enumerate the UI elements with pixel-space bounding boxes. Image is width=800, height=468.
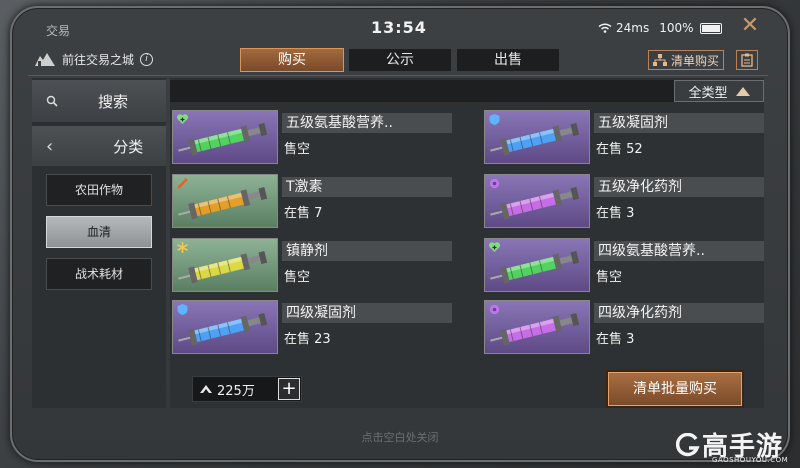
tab-buy[interactable]: 购买: [240, 48, 344, 72]
item-card[interactable]: 四级净化药剂在售 3: [484, 300, 764, 354]
sidebar-item-crops[interactable]: 农田作物: [46, 174, 152, 206]
info-icon[interactable]: i: [140, 52, 154, 66]
search-button[interactable]: 搜索: [32, 80, 166, 122]
item-thumbnail: [484, 238, 590, 292]
battery-icon: [699, 22, 722, 34]
wifi-icon: [598, 23, 612, 33]
syringe-image: [178, 313, 268, 346]
chevron-left-icon: ‹: [46, 135, 54, 157]
item-thumbnail: [172, 238, 278, 292]
item-name: 五级凝固剂: [594, 113, 764, 133]
item-name: 四级净化药剂: [594, 303, 764, 323]
item-name: T激素: [282, 177, 452, 197]
item-stock: 在售 3: [596, 206, 635, 221]
item-card[interactable]: 五级净化药剂在售 3: [484, 174, 764, 228]
item-thumbnail: [484, 300, 590, 354]
item-card[interactable]: 镇静剂 售空: [172, 238, 452, 292]
search-label: 搜索: [98, 92, 129, 111]
syringe-image: [178, 251, 268, 284]
tab-sell[interactable]: 出售: [456, 48, 560, 72]
category-header[interactable]: ‹ 分类: [32, 126, 166, 166]
city-icon: [35, 53, 55, 66]
item-name: 镇静剂: [282, 241, 452, 261]
item-name: 四级凝固剂: [282, 303, 452, 323]
status-bar: 交易 13:54 24ms 100% ✕: [0, 0, 800, 40]
tab-public[interactable]: 公示: [348, 48, 452, 72]
clock: 13:54: [371, 18, 427, 37]
syringe-image: [490, 251, 580, 284]
item-stock: 在售 7: [284, 206, 323, 221]
latency: 24ms: [616, 21, 650, 35]
item-stock: 售空: [284, 142, 311, 157]
watermark: 高手游 GAOSHOUYOU.COM: [676, 426, 798, 466]
item-card[interactable]: 五级凝固剂在售 52: [484, 110, 764, 164]
syringe-image: [178, 187, 268, 220]
currency-icon: [200, 385, 212, 393]
sidebar-item-serum[interactable]: 血清: [46, 216, 152, 248]
syringe-image: [490, 313, 580, 346]
item-stock: 售空: [596, 270, 623, 285]
item-thumbnail: [172, 300, 278, 354]
item-card[interactable]: 五级氨基酸营养.. 售空: [172, 110, 452, 164]
search-icon: [46, 95, 58, 107]
list-buy-label: 清单购买: [671, 53, 720, 68]
item-thumbnail: [484, 174, 590, 228]
sidebar-item-tactical[interactable]: 战术耗材: [46, 258, 152, 290]
battery-percent: 100%: [659, 21, 694, 35]
item-stock: 售空: [284, 270, 311, 285]
item-card[interactable]: 四级氨基酸营养.. 售空: [484, 238, 764, 292]
item-card[interactable]: T激素在售 7: [172, 174, 452, 228]
add-currency-button[interactable]: +: [278, 378, 300, 400]
goto-city-label: 前往交易之城: [62, 52, 135, 67]
close-button[interactable]: ✕: [740, 15, 760, 37]
clipboard-icon: [741, 53, 753, 67]
item-stock: 在售 23: [284, 332, 331, 347]
brand-g-icon: [676, 432, 700, 456]
item-card[interactable]: 四级凝固剂在售 23: [172, 300, 452, 354]
currency-amount: 225万: [217, 383, 255, 399]
item-thumbnail: [172, 174, 278, 228]
item-stock: 在售 52: [596, 142, 643, 157]
trade-tabs: 购买 公示 出售: [240, 48, 560, 72]
syringe-image: [490, 123, 580, 156]
header-divider: [28, 75, 768, 76]
item-thumbnail: [172, 110, 278, 164]
item-name: 四级氨基酸营养..: [594, 241, 764, 261]
watermark-domain: GAOSHOUYOU.COM: [712, 456, 789, 464]
clipboard-button[interactable]: [736, 50, 758, 70]
item-thumbnail: [484, 110, 590, 164]
hierarchy-icon: [653, 54, 667, 66]
item-stock: 在售 3: [596, 332, 635, 347]
category-label: 分类: [113, 137, 144, 156]
type-filter-dropdown[interactable]: 全类型: [674, 80, 764, 102]
syringe-image: [490, 187, 580, 220]
window-title: 交易: [46, 24, 71, 38]
goto-trade-city[interactable]: 前往交易之城 i: [34, 50, 154, 68]
type-filter-label: 全类型: [688, 85, 728, 101]
item-name: 五级氨基酸营养..: [282, 113, 452, 133]
bulk-buy-button[interactable]: 清单批量购买: [608, 372, 742, 406]
network-status: 24ms 100%: [598, 21, 722, 35]
list-buy-button[interactable]: 清单购买: [648, 50, 725, 70]
item-name: 五级净化药剂: [594, 177, 764, 197]
triangle-up-icon: [735, 86, 750, 96]
syringe-image: [178, 123, 268, 156]
